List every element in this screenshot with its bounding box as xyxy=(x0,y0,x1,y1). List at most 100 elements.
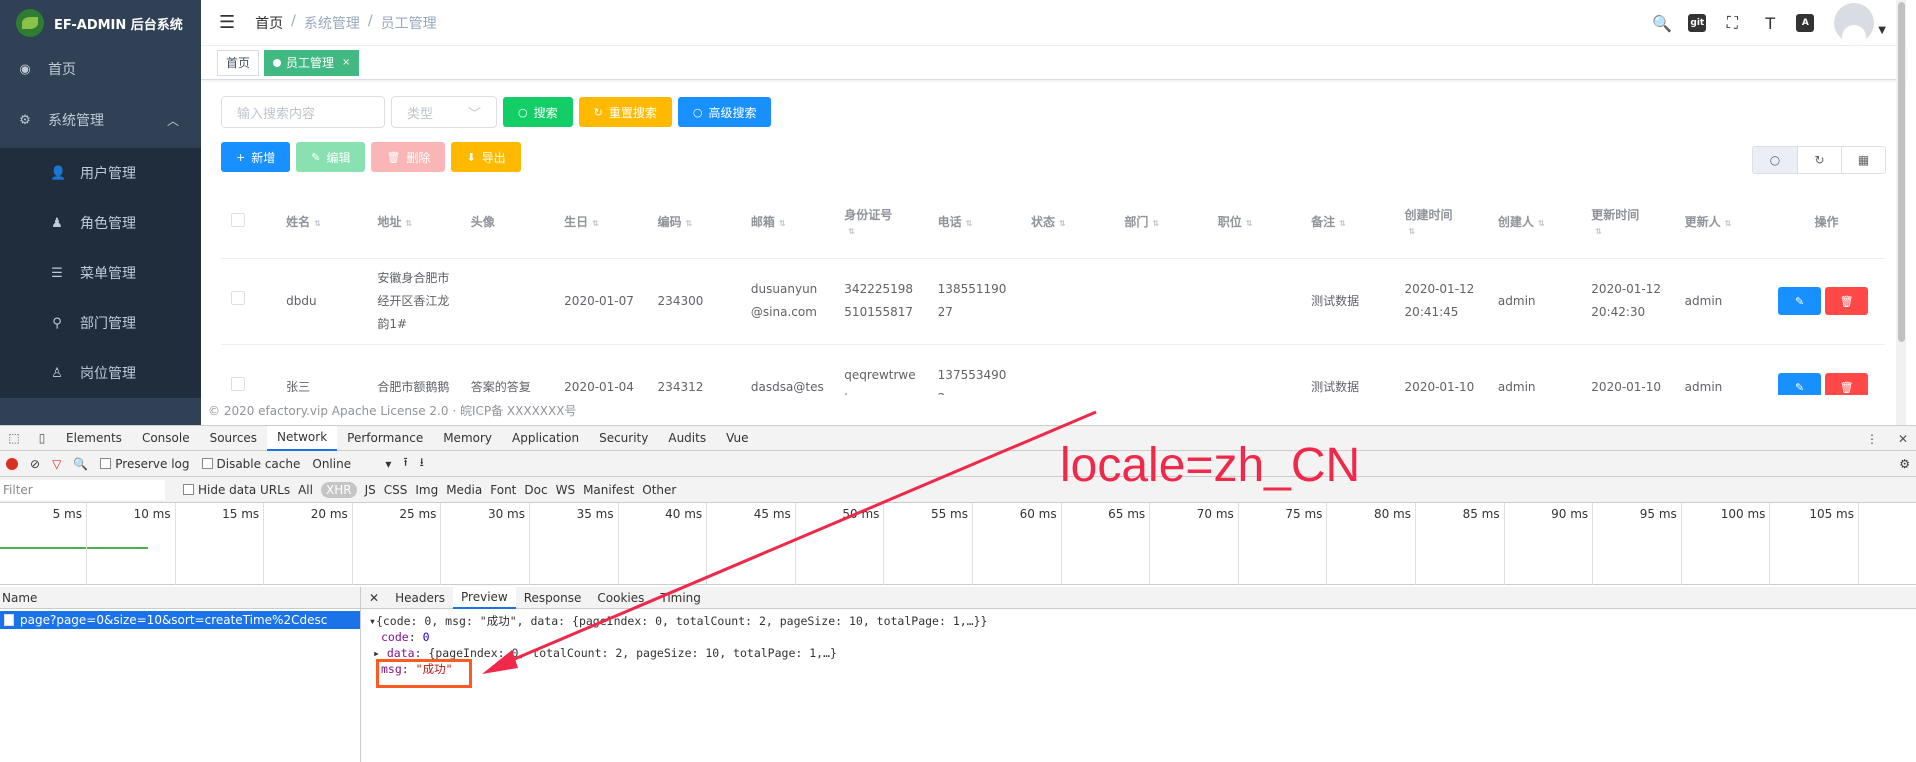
tab-elements[interactable]: Elements xyxy=(56,426,132,451)
add-button[interactable]: + 新增 xyxy=(221,142,291,172)
type-filter-xhr[interactable]: XHR xyxy=(320,481,357,498)
col-header[interactable]: 更新时间 ⇅ xyxy=(1581,186,1675,259)
filter-input[interactable]: Filter xyxy=(0,479,165,500)
sidebar-item-home[interactable]: ◉ 首页 xyxy=(0,46,201,92)
close-icon[interactable]: ✕ xyxy=(361,587,387,609)
row-edit-button[interactable]: ✎ xyxy=(1778,287,1822,315)
delete-button[interactable]: 🗑 删除 xyxy=(371,142,446,172)
tab-preview[interactable]: Preview xyxy=(453,586,516,609)
close-icon[interactable]: × xyxy=(342,57,350,68)
search-button[interactable]: ○ 搜索 xyxy=(503,97,573,127)
export-button[interactable]: ⬇ 导出 xyxy=(451,142,521,172)
sort-icon[interactable]: ⇅ xyxy=(314,219,321,228)
sort-icon[interactable]: ⇅ xyxy=(592,219,599,228)
row-delete-button[interactable]: 🗑 xyxy=(1825,287,1869,315)
col-header[interactable]: 邮箱 ⇅ xyxy=(740,186,835,259)
sort-icon[interactable]: ⇅ xyxy=(686,219,693,228)
sidebar-item-menus[interactable]: ☰ 菜单管理 xyxy=(0,248,201,298)
sort-icon[interactable]: ⇅ xyxy=(966,219,973,228)
type-filter-font[interactable]: Font xyxy=(490,483,516,497)
col-header[interactable]: 创建人 ⇅ xyxy=(1487,186,1582,259)
sort-icon[interactable]: ⇅ xyxy=(1152,219,1159,228)
sort-icon[interactable]: ⇅ xyxy=(1246,219,1253,228)
json-summary[interactable]: ▾{code: 0, msg: "成功", data: {pageIndex: … xyxy=(369,613,1908,629)
device-toggle-icon[interactable]: ▯ xyxy=(28,431,56,445)
settings-icon[interactable]: ⚙ xyxy=(1899,457,1910,471)
close-icon[interactable]: ✕ xyxy=(1898,432,1908,446)
col-header[interactable]: 姓名 ⇅ xyxy=(276,186,368,259)
upload-icon[interactable]: ⭱ xyxy=(403,453,407,474)
git-icon[interactable]: git xyxy=(1688,14,1707,32)
vertical-scrollbar[interactable] xyxy=(1896,0,1906,425)
download-icon[interactable]: ⭳ xyxy=(420,453,424,474)
sidebar-item-posts[interactable]: ♙ 岗位管理 xyxy=(0,348,201,398)
row-checkbox[interactable] xyxy=(221,258,277,345)
font-size-icon[interactable]: T xyxy=(1758,11,1782,35)
sort-icon[interactable]: ⇅ xyxy=(848,227,855,236)
sidebar-item-users[interactable]: 👤 用户管理 xyxy=(0,148,201,198)
sort-icon[interactable]: ⇅ xyxy=(1538,219,1545,228)
tab-console[interactable]: Console xyxy=(132,426,200,451)
col-header[interactable]: 更新人 ⇅ xyxy=(1674,186,1769,259)
tab-headers[interactable]: Headers xyxy=(387,587,453,609)
tab-sources[interactable]: Sources xyxy=(200,426,267,451)
type-filter-media[interactable]: Media xyxy=(446,483,482,497)
select-all-checkbox[interactable] xyxy=(221,186,277,259)
hide-data-urls-checkbox[interactable]: Hide data URLs xyxy=(183,483,290,497)
filter-icon[interactable]: ▽ xyxy=(52,457,61,471)
app-logo[interactable]: EF-ADMIN 后台系统 xyxy=(0,0,201,46)
table-row[interactable]: dbdu 安徽身合肥市经开区香江龙韵1# 2020-01-07 234300 d… xyxy=(221,258,1885,345)
inspect-icon[interactable]: ⬚ xyxy=(0,431,28,445)
tab-vue[interactable]: Vue xyxy=(716,426,758,451)
name-column-header[interactable]: Name xyxy=(0,587,360,609)
tab-memory[interactable]: Memory xyxy=(433,426,502,451)
sort-icon[interactable]: ⇅ xyxy=(1725,219,1732,228)
type-filter-img[interactable]: Img xyxy=(415,483,438,497)
sidebar-item-departments[interactable]: ⚲ 部门管理 xyxy=(0,298,201,348)
disable-cache-checkbox[interactable]: Disable cache xyxy=(201,457,300,471)
hamburger-icon[interactable]: ☰ xyxy=(219,12,235,33)
col-header[interactable]: 状态 ⇅ xyxy=(1021,186,1115,259)
sort-icon[interactable]: ⇅ xyxy=(405,219,412,228)
type-select[interactable]: 类型 ﹀ xyxy=(391,96,497,128)
tab-cookies[interactable]: Cookies xyxy=(589,587,652,609)
search-input[interactable]: 输入搜索内容 xyxy=(221,96,385,128)
col-header[interactable]: 创建时间 ⇅ xyxy=(1394,186,1488,259)
sidebar-item-roles[interactable]: ♟ 角色管理 xyxy=(0,198,201,248)
json-data-line[interactable]: ▸ data: {pageIndex: 0, totalCount: 2, pa… xyxy=(369,645,1908,661)
breadcrumb-system[interactable]: 系统管理 xyxy=(304,13,360,33)
sort-icon[interactable]: ⇅ xyxy=(1595,227,1602,236)
col-header[interactable]: 部门 ⇅ xyxy=(1114,186,1208,259)
more-vert-icon[interactable]: ⋮ xyxy=(1866,432,1878,446)
tag-home[interactable]: 首页 xyxy=(217,49,260,76)
refresh-icon[interactable]: ↻ xyxy=(1797,147,1841,173)
translate-icon[interactable]: A xyxy=(1796,14,1815,32)
tab-response[interactable]: Response xyxy=(516,587,590,609)
reset-button[interactable]: ↻ 重置搜索 xyxy=(578,97,672,127)
sort-icon[interactable]: ⇅ xyxy=(1339,219,1346,228)
type-filter-css[interactable]: CSS xyxy=(384,483,408,497)
search-icon[interactable]: 🔍 xyxy=(73,457,88,471)
type-filter-manifest[interactable]: Manifest xyxy=(583,483,634,497)
avatar[interactable] xyxy=(1834,3,1875,43)
sort-icon[interactable]: ⇅ xyxy=(1059,219,1066,228)
tag-employee[interactable]: 员工管理 × xyxy=(264,49,360,76)
type-filter-other[interactable]: Other xyxy=(642,483,676,497)
col-header[interactable]: 职位 ⇅ xyxy=(1207,186,1302,259)
col-header[interactable]: 生日 ⇅ xyxy=(554,186,648,259)
col-header[interactable]: 编码 ⇅ xyxy=(647,186,741,259)
tab-network[interactable]: Network xyxy=(267,425,338,451)
edit-button[interactable]: ✎ 编辑 xyxy=(296,142,366,172)
sort-icon[interactable]: ⇅ xyxy=(1409,227,1416,236)
tab-audits[interactable]: Audits xyxy=(658,426,716,451)
col-header[interactable]: 身份证号 ⇅ xyxy=(834,186,928,259)
col-header[interactable]: 备注 ⇅ xyxy=(1301,186,1395,259)
tab-security[interactable]: Security xyxy=(589,426,658,451)
search-toggle-icon[interactable]: ○ xyxy=(1753,147,1797,173)
search-icon[interactable]: 🔍 xyxy=(1650,11,1674,35)
caret-down-icon[interactable]: ▼ xyxy=(1878,25,1886,36)
type-filter-js[interactable]: JS xyxy=(365,483,376,497)
tab-application[interactable]: Application xyxy=(502,426,589,451)
breadcrumb-home[interactable]: 首页 xyxy=(255,13,283,33)
tab-timing[interactable]: Timing xyxy=(652,587,709,609)
